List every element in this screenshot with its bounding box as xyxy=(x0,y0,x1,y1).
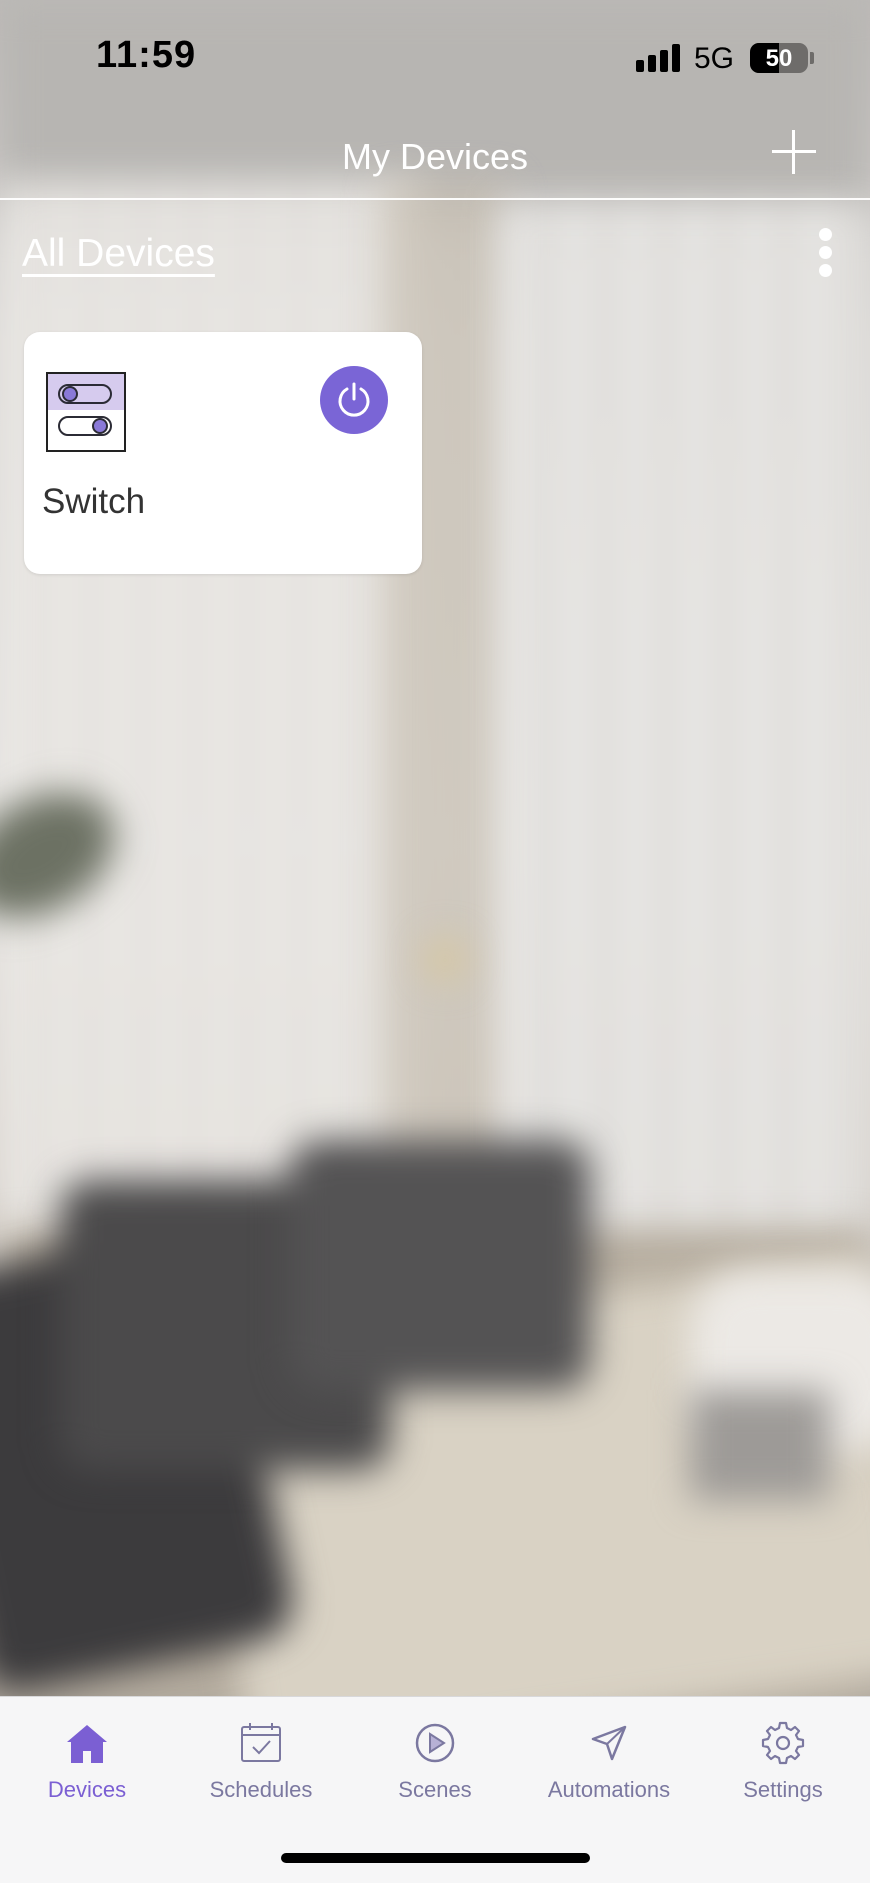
status-bar: 11:59 5G 50 xyxy=(0,0,870,110)
tab-label: Devices xyxy=(47,1777,127,1802)
signal-strength-icon xyxy=(636,44,682,72)
tab-automations[interactable]: Automations xyxy=(522,1719,696,1829)
tab-label: Automations xyxy=(547,1777,671,1802)
home-indicator[interactable] xyxy=(281,1853,590,1863)
network-type: 5G xyxy=(694,42,735,75)
tab-label: Schedules xyxy=(209,1777,313,1802)
status-time: 11:59 xyxy=(96,34,197,76)
background-image xyxy=(0,0,870,1882)
tab-label: Scenes xyxy=(398,1777,472,1802)
all-devices-link[interactable]: All Devices xyxy=(22,232,215,276)
power-toggle-button[interactable] xyxy=(320,366,388,434)
calendar-check-icon xyxy=(241,1723,281,1762)
add-device-button[interactable] xyxy=(770,128,818,176)
more-options-icon[interactable] xyxy=(808,226,844,278)
device-card[interactable]: Switch xyxy=(24,332,422,574)
tab-scenes[interactable]: Scenes xyxy=(348,1719,522,1829)
battery-tip xyxy=(810,52,814,64)
home-icon xyxy=(67,1725,107,1763)
play-circle-icon xyxy=(415,1723,455,1763)
tab-label: Settings xyxy=(743,1777,823,1802)
send-arrow-icon xyxy=(591,1725,627,1761)
switch-device-icon xyxy=(46,372,126,452)
gear-icon xyxy=(761,1721,805,1765)
battery-icon: 50 xyxy=(750,43,808,73)
battery-percent: 50 xyxy=(765,45,793,72)
tab-settings[interactable]: Settings xyxy=(696,1719,870,1829)
device-name: Switch xyxy=(42,482,146,521)
tab-devices[interactable]: Devices xyxy=(0,1719,174,1829)
power-icon xyxy=(338,382,370,417)
nav-header: My Devices xyxy=(0,110,870,200)
page-title: My Devices xyxy=(341,136,529,177)
tab-schedules[interactable]: Schedules xyxy=(174,1719,348,1829)
